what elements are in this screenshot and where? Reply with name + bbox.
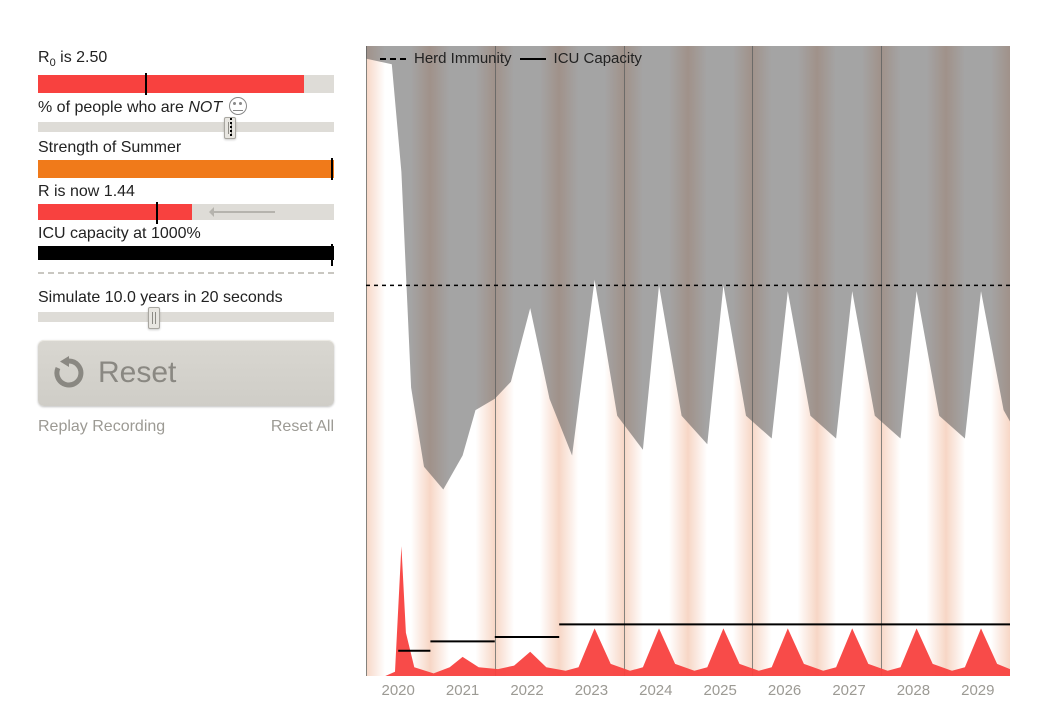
replay-link[interactable]: Replay Recording bbox=[38, 418, 165, 436]
arrow-left-icon bbox=[210, 211, 275, 213]
reset-all-link[interactable]: Reset All bbox=[271, 418, 334, 436]
not-slider[interactable] bbox=[38, 122, 334, 132]
reset-button[interactable]: Reset bbox=[38, 340, 334, 406]
x-axis-tick: 2028 bbox=[897, 682, 930, 699]
x-axis-tick: 2027 bbox=[832, 682, 865, 699]
icu-row: ICU capacity at 1000% bbox=[38, 224, 338, 260]
not-label: % of people who are NOT bbox=[38, 97, 338, 118]
icu-label: ICU capacity at 1000% bbox=[38, 224, 338, 244]
x-axis-tick: 2024 bbox=[639, 682, 672, 699]
summer-label: Strength of Summer bbox=[38, 138, 338, 158]
icu-slider[interactable] bbox=[38, 246, 334, 260]
legend-dash-icon bbox=[380, 58, 406, 60]
x-axis-labels: 2020 2021 2022 2023 2024 2025 2026 2027 2028 2029 bbox=[366, 682, 1010, 702]
reset-label: Reset bbox=[98, 356, 176, 390]
x-axis-tick: 2025 bbox=[704, 682, 737, 699]
r0-row: R0 is 2.50 bbox=[38, 48, 338, 93]
divider bbox=[38, 272, 334, 274]
r-slider[interactable] bbox=[38, 204, 334, 220]
legend-icu-label: ICU Capacity bbox=[554, 50, 642, 67]
x-axis-tick: 2022 bbox=[510, 682, 543, 699]
reset-icon bbox=[52, 356, 86, 390]
r0-slider[interactable] bbox=[38, 75, 334, 93]
link-row: Replay Recording Reset All bbox=[38, 418, 334, 436]
sim-row: Simulate 10.0 years in 20 seconds bbox=[38, 288, 338, 322]
sim-label: Simulate 10.0 years in 20 seconds bbox=[38, 288, 338, 308]
chart-area: Herd Immunity ICU Capacity 2020202120222… bbox=[366, 46, 1010, 702]
chart-legend: Herd Immunity ICU Capacity bbox=[380, 50, 642, 67]
r-row: R is now 1.44 bbox=[38, 182, 338, 220]
summer-slider[interactable] bbox=[38, 160, 334, 178]
control-panel: R0 is 2.50 % of people who are NOT Stren… bbox=[38, 48, 338, 436]
x-axis-tick: 2026 bbox=[768, 682, 801, 699]
sim-slider[interactable] bbox=[38, 312, 334, 322]
r-label: R is now 1.44 bbox=[38, 182, 338, 202]
summer-row: Strength of Summer bbox=[38, 138, 338, 178]
not-row: % of people who are NOT bbox=[38, 97, 338, 132]
r0-label: R0 is 2.50 bbox=[38, 48, 338, 73]
x-axis-tick: 2020 bbox=[382, 682, 415, 699]
legend-solid-icon bbox=[520, 58, 546, 60]
x-axis-tick: 2023 bbox=[575, 682, 608, 699]
face-neutral-icon bbox=[229, 97, 247, 115]
legend-herd-label: Herd Immunity bbox=[414, 50, 512, 67]
x-axis-tick: 2021 bbox=[446, 682, 479, 699]
x-axis-tick: 2029 bbox=[961, 682, 994, 699]
